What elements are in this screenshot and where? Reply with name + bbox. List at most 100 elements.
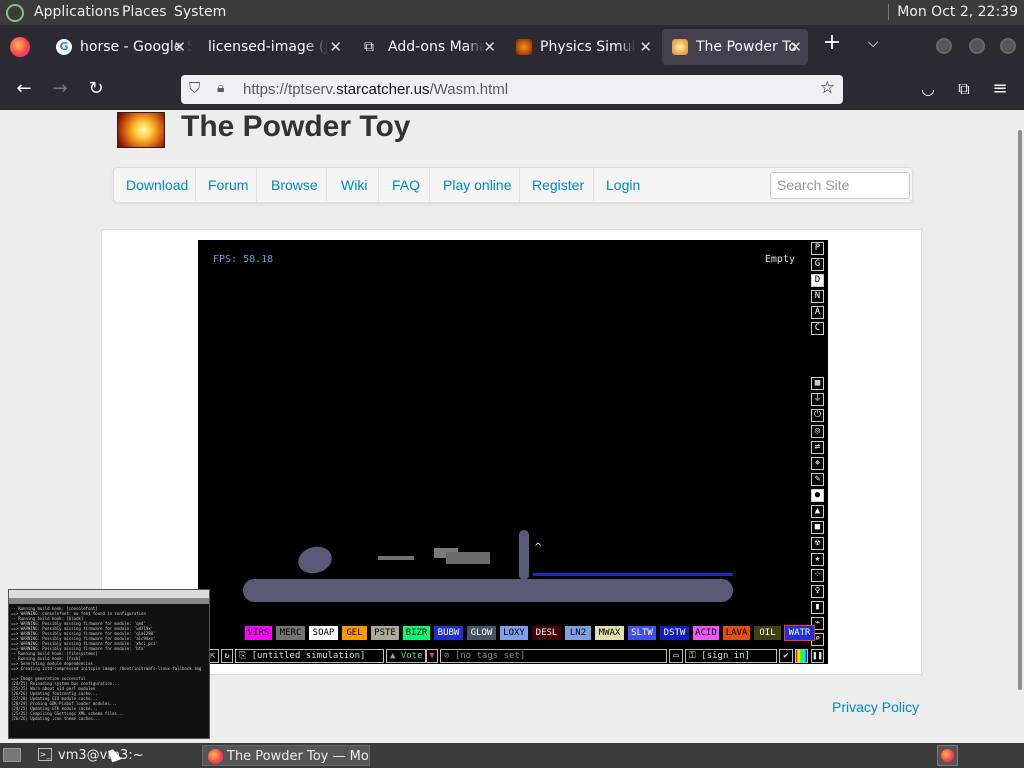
search-input[interactable]: Search Site	[770, 172, 910, 199]
pause-icon[interactable]: ❚❚	[811, 649, 824, 663]
powder-toy-logo[interactable]	[117, 112, 165, 148]
element-bubw[interactable]: BUBW	[434, 626, 463, 640]
tools-icon[interactable]: ♀	[811, 585, 824, 598]
nav-login[interactable]: Login	[594, 168, 656, 202]
element-virs[interactable]: VIRS	[245, 626, 272, 640]
page-scrollbar[interactable]	[1016, 110, 1024, 743]
reload-icon[interactable]: ↻	[85, 78, 107, 100]
element-lava[interactable]: LAVA	[723, 626, 750, 640]
url-text[interactable]: https://tptserv.starcatcher.us/Wasm.html	[243, 81, 508, 98]
terminal-window-preview[interactable]: -- Running build hook: [consolefont] ==> …	[8, 589, 210, 739]
clock[interactable]: Mon Oct 2, 22:39	[888, 4, 1018, 20]
workspace-switcher[interactable]	[937, 745, 958, 766]
c-button[interactable]: C	[811, 322, 824, 335]
powders-icon[interactable]: ▲	[811, 505, 824, 518]
electronics-icon[interactable]: ⏚	[811, 393, 824, 406]
close-icon[interactable]: ✕	[789, 38, 802, 56]
tab-licensed-image[interactable]: licensed-image (JPEG Image) ✕	[198, 29, 348, 65]
particle-mass-main	[243, 579, 733, 602]
element-loxy[interactable]: LOXY	[500, 626, 528, 640]
element-gel[interactable]: GEL	[342, 626, 367, 640]
element-watr[interactable]: WATR	[784, 625, 815, 641]
powder-toy-canvas[interactable]: FPS: 58.18 Empty ^ P G D N A C ▦ ⏚ ⏻ ◎ ⇄…	[198, 240, 828, 664]
pause-menu-p-button[interactable]: P	[811, 242, 824, 255]
shield-icon[interactable]: ⛉	[189, 80, 200, 97]
menu-system[interactable]: System	[174, 4, 226, 20]
display-d-button[interactable]: D	[811, 274, 824, 287]
nav-play-online[interactable]: Play online	[430, 168, 520, 202]
menu-applications[interactable]: Applications	[34, 4, 120, 20]
pocket-icon[interactable]: ◡	[917, 78, 939, 100]
url-bar[interactable]: ⛉ 🔒︎ https://tptserv.starcatcher.us/Wasm…	[181, 75, 843, 104]
close-icon[interactable]: ✕	[639, 38, 652, 56]
element-desl[interactable]: DESL	[532, 626, 561, 640]
vote-up-button[interactable]: ▲ Vote	[386, 649, 426, 663]
hamburger-menu-icon[interactable]: ≡	[989, 78, 1011, 100]
tab-horse-google[interactable]: G horse - Google Search ✕	[46, 29, 192, 65]
tab-list-chevron-down-icon[interactable]: ⌵	[862, 32, 884, 54]
tab-powder-toy[interactable]: The Powder Toy ✕	[662, 29, 808, 65]
element-glow[interactable]: GLOW	[467, 626, 496, 640]
close-icon[interactable]: ✕	[329, 38, 342, 56]
nav-browse[interactable]: Browse	[257, 168, 327, 202]
vote-down-icon[interactable]: ▼	[426, 649, 438, 663]
close-window-button[interactable]	[1000, 38, 1016, 54]
element-soap[interactable]: SOAP	[309, 626, 338, 640]
sensors-icon[interactable]: ◎	[811, 425, 824, 438]
tab-physics-simulation[interactable]: Physics Simulation ✕	[506, 29, 658, 65]
save-name-field[interactable]: ⎘ [untitled simulation]	[235, 649, 384, 663]
back-arrow-icon[interactable]: ←	[13, 78, 35, 100]
bookmark-star-icon[interactable]: ☆	[820, 78, 835, 98]
new-tab-button[interactable]: +	[821, 32, 843, 54]
close-icon[interactable]: ✕	[173, 38, 186, 56]
element-mwax[interactable]: MWAX	[595, 626, 624, 640]
maximize-button[interactable]	[969, 38, 985, 54]
favorites-icon[interactable]: ▮	[811, 601, 824, 614]
privacy-policy-link[interactable]: Privacy Policy	[832, 699, 919, 715]
element-acid[interactable]: ACID	[693, 626, 719, 640]
tab-addons-manager[interactable]: ⧉ Add-ons Manager ✕	[354, 29, 502, 65]
gravity-g-button[interactable]: G	[811, 258, 824, 271]
extensions-icon[interactable]: ⧉	[953, 78, 975, 100]
nav-download[interactable]: Download	[114, 168, 196, 202]
element-oil[interactable]: OIL	[754, 626, 781, 640]
forward-arrow-icon[interactable]: →	[49, 78, 71, 100]
element-ln2[interactable]: LN2	[565, 626, 591, 640]
gases-icon[interactable]: ✎	[811, 473, 824, 486]
element-pste[interactable]: PSTE	[371, 626, 399, 640]
element-dstw[interactable]: DSTW	[660, 626, 689, 640]
show-desktop-icon[interactable]	[3, 748, 21, 762]
sign-in-button[interactable]: ⚿ [sign in]	[685, 649, 777, 663]
close-icon[interactable]: ✕	[483, 38, 496, 56]
powered-icon[interactable]: ⏻	[811, 409, 824, 422]
search-elements-icon[interactable]: ▦	[811, 377, 824, 390]
nav-forum[interactable]: Forum	[196, 168, 257, 202]
air-a-button[interactable]: A	[811, 306, 824, 319]
force-icon[interactable]: ⇄	[811, 441, 824, 454]
scrollbar-thumb[interactable]	[1018, 130, 1022, 690]
liquids-icon[interactable]: ●	[811, 489, 824, 502]
element-merc[interactable]: MERC	[276, 626, 305, 640]
n-button[interactable]: N	[811, 290, 824, 303]
taskbar-firefox[interactable]: The Powder Toy — Mozilla Firefox	[202, 745, 370, 766]
gnome-foot-icon[interactable]	[6, 4, 24, 22]
element-bizr[interactable]: BIZR	[403, 626, 430, 640]
tags-field[interactable]: ⊘ [no tags set]	[440, 649, 667, 663]
render-options-icon[interactable]: ✔	[779, 649, 793, 663]
solids-icon[interactable]: ■	[811, 521, 824, 534]
life-icon[interactable]: ⁘	[811, 569, 824, 582]
minimize-button[interactable]	[936, 38, 952, 54]
menu-places[interactable]: Places	[122, 4, 167, 20]
element-sltw[interactable]: SLTW	[628, 626, 656, 640]
special-icon[interactable]: ★	[811, 553, 824, 566]
nav-register[interactable]: Register	[520, 168, 594, 202]
reload-sim-icon[interactable]: ↻	[221, 649, 233, 663]
lock-icon[interactable]: 🔒︎	[217, 79, 224, 96]
color-palette-icon[interactable]	[795, 649, 808, 663]
radioactive-icon[interactable]: ☢	[811, 537, 824, 550]
nav-faq[interactable]: FAQ	[379, 168, 430, 202]
report-bug-icon[interactable]: ▭	[669, 649, 683, 663]
nav-wiki[interactable]: Wiki	[327, 168, 379, 202]
firefox-menu-icon[interactable]	[10, 37, 30, 57]
explosives-icon[interactable]: ✵	[811, 457, 824, 470]
